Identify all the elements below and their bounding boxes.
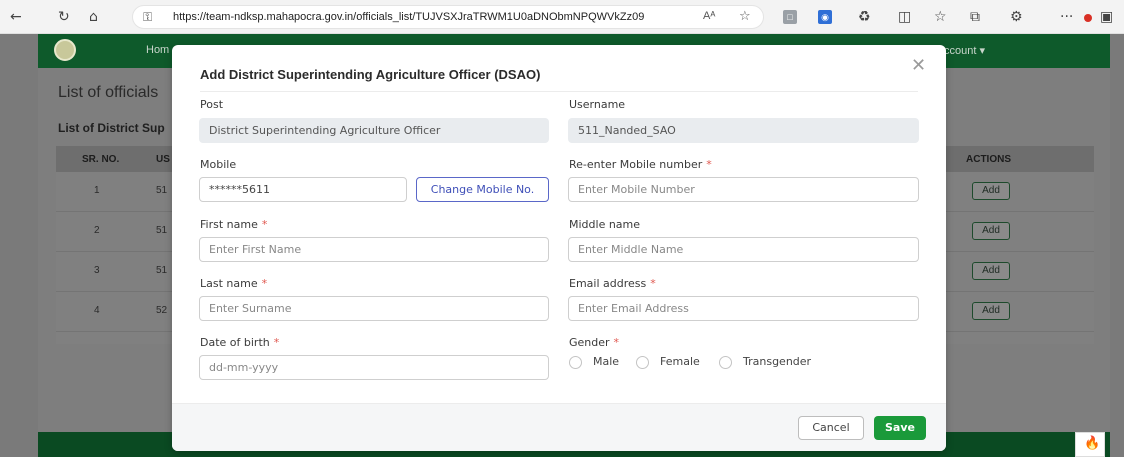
- read-aloud-icon[interactable]: Aᴬ: [703, 10, 715, 22]
- required-marker: *: [273, 336, 280, 349]
- last-name-input[interactable]: Enter Surname: [199, 296, 549, 321]
- post-label: Post: [200, 98, 224, 111]
- modal-footer: Cancel Save: [172, 403, 946, 451]
- add-button[interactable]: Add: [972, 302, 1010, 320]
- cell-username: 51: [156, 265, 168, 276]
- reenter-mobile-label-text: Re-enter Mobile number: [569, 158, 703, 171]
- dob-label: Date of birth *: [200, 336, 279, 349]
- favorite-star-icon[interactable]: ☆: [739, 9, 751, 24]
- first-name-input[interactable]: Enter First Name: [199, 237, 549, 262]
- gender-option-transgender[interactable]: Transgender: [743, 355, 811, 368]
- mobile-label: Mobile: [200, 158, 237, 171]
- th-actions: ACTIONS: [966, 154, 1011, 165]
- last-name-label: Last name *: [200, 277, 267, 290]
- modal-divider: [200, 91, 918, 92]
- home-icon[interactable]: ⌂: [89, 9, 98, 25]
- dob-input[interactable]: dd-mm-yyyy: [199, 355, 549, 380]
- gender-radio-male[interactable]: [569, 356, 582, 369]
- split-screen-icon[interactable]: ◫: [898, 9, 911, 25]
- username-label: Username: [569, 98, 626, 111]
- more-options-icon[interactable]: ···: [1060, 9, 1073, 25]
- cell-sr: 4: [94, 305, 100, 316]
- add-dsao-modal: Add District Superintending Agriculture …: [172, 45, 946, 451]
- flame-icon: 🔥: [1084, 436, 1101, 451]
- sidebar-icon[interactable]: ▣: [1100, 9, 1113, 25]
- nav-account-menu[interactable]: ccount ▾: [944, 44, 985, 57]
- required-marker: *: [261, 277, 268, 290]
- collections-icon[interactable]: ⧉: [970, 9, 980, 25]
- gender-radio-female[interactable]: [636, 356, 649, 369]
- reenter-mobile-input[interactable]: Enter Mobile Number: [568, 177, 919, 202]
- th-username: US: [156, 154, 170, 165]
- middle-name-label: Middle name: [569, 218, 641, 231]
- page-title: List of officials: [58, 84, 159, 101]
- close-icon[interactable]: ✕: [911, 55, 926, 76]
- th-sr-no: SR. NO.: [82, 154, 120, 165]
- gender-option-male[interactable]: Male: [593, 355, 619, 368]
- required-marker: *: [650, 277, 656, 290]
- gender-option-female[interactable]: Female: [660, 355, 700, 368]
- notification-badge: [1084, 14, 1092, 22]
- section-title: List of District Sup: [58, 121, 165, 135]
- post-field: District Superintending Agriculture Offi…: [199, 118, 549, 143]
- extension-icon[interactable]: □: [783, 10, 797, 24]
- add-button[interactable]: Add: [972, 262, 1010, 280]
- first-name-label-text: First name: [200, 218, 258, 231]
- app-logo: [54, 39, 76, 61]
- save-button[interactable]: Save: [874, 416, 926, 440]
- modal-title: Add District Superintending Agriculture …: [200, 67, 541, 82]
- cell-sr: 3: [94, 265, 100, 276]
- back-arrow-icon[interactable]: ←: [10, 9, 22, 25]
- cell-sr: 1: [94, 185, 100, 196]
- gender-label: Gender *: [569, 336, 619, 349]
- email-input[interactable]: Enter Email Address: [568, 296, 919, 321]
- middle-name-input[interactable]: Enter Middle Name: [568, 237, 919, 262]
- required-marker: *: [261, 218, 268, 231]
- username-field: 511_Nanded_SAO: [568, 118, 919, 143]
- required-marker: *: [706, 158, 712, 171]
- cell-username: 51: [156, 225, 168, 236]
- nav-home-link[interactable]: Hom: [146, 44, 169, 56]
- add-button[interactable]: Add: [972, 182, 1010, 200]
- add-button[interactable]: Add: [972, 222, 1010, 240]
- gender-radio-transgender[interactable]: [719, 356, 732, 369]
- dob-placeholder: dd-mm-yyyy: [209, 361, 279, 374]
- refresh-icon[interactable]: ↻: [58, 9, 70, 25]
- cancel-button[interactable]: Cancel: [798, 416, 864, 440]
- url-text[interactable]: https://team-ndksp.mahapocra.gov.in/offi…: [173, 11, 693, 23]
- required-marker: *: [613, 336, 620, 349]
- extension-puzzle-icon[interactable]: ♻: [858, 9, 871, 25]
- email-label: Email address *: [569, 277, 656, 290]
- lock-icon: ⚿: [143, 10, 153, 24]
- cell-username: 51: [156, 185, 168, 196]
- favorites-icon[interactable]: ☆: [934, 9, 947, 25]
- browser-toolbar: ← ↻ ⌂ ⚿ https://team-ndksp.mahapocra.gov…: [0, 0, 1124, 34]
- reenter-mobile-label: Re-enter Mobile number *: [569, 158, 712, 171]
- extension-icon[interactable]: ◉: [818, 10, 832, 24]
- change-mobile-button[interactable]: Change Mobile No.: [416, 177, 549, 202]
- gender-label-text: Gender: [569, 336, 610, 349]
- first-name-label: First name *: [200, 218, 267, 231]
- mobile-field[interactable]: ******5611: [199, 177, 407, 202]
- cell-username: 52: [156, 305, 168, 316]
- email-label-text: Email address: [569, 277, 647, 290]
- performance-icon[interactable]: ⚙: [1010, 9, 1023, 25]
- dob-label-text: Date of birth: [200, 336, 270, 349]
- floating-help-button[interactable]: 🔥: [1075, 432, 1105, 457]
- cell-sr: 2: [94, 225, 100, 236]
- address-bar[interactable]: ⚿ https://team-ndksp.mahapocra.gov.in/of…: [132, 5, 764, 29]
- last-name-label-text: Last name: [200, 277, 258, 290]
